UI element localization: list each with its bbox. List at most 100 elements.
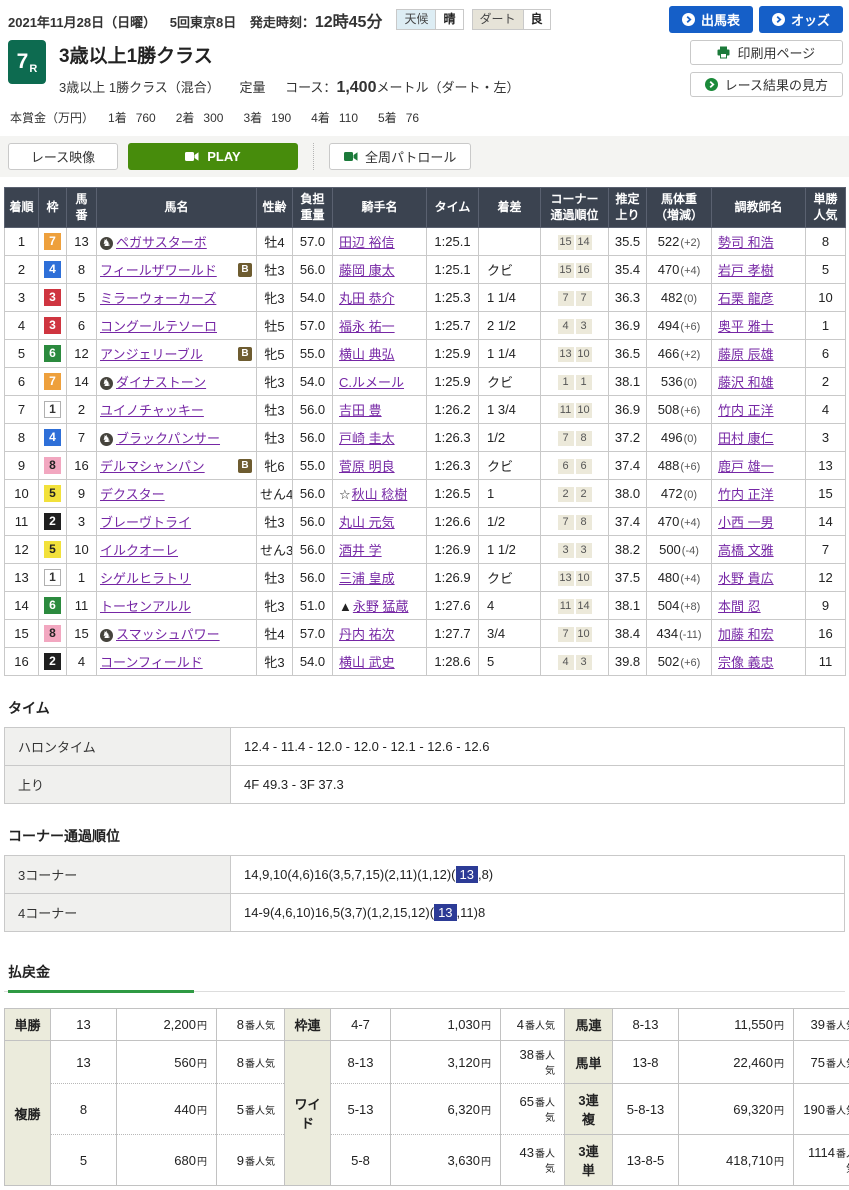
jockey-link[interactable]: 酒井 学 xyxy=(339,543,382,558)
popularity-suffix: 番人気 xyxy=(245,1021,275,1032)
trainer-link[interactable]: 竹内 正洋 xyxy=(718,403,774,418)
result-guide-label: レース結果の見方 xyxy=(725,75,828,94)
trainer-link[interactable]: 加藤 和宏 xyxy=(718,627,774,642)
finish-position: 15 xyxy=(5,620,39,648)
trainer-cell: 宗像 義忠 xyxy=(712,648,806,676)
results-header-row: 着順枠馬 番馬名性齢負担 重量騎手名タイム着差コーナー 通過順位推定 上り馬体重… xyxy=(5,188,846,228)
horse-name-link[interactable]: フィールザワールド xyxy=(100,263,217,278)
chevron-circle-icon xyxy=(772,13,785,26)
horse-number: 13 xyxy=(67,228,97,256)
horse-name-link[interactable]: イルクオーレ xyxy=(100,543,178,558)
corner-order-badge: 10 xyxy=(576,403,592,418)
finish-position: 1 xyxy=(5,228,39,256)
last-furlongs-label: 上り xyxy=(5,766,231,804)
horse-name-link[interactable]: コングールテソーロ xyxy=(100,319,217,334)
trainer-link[interactable]: 本間 忍 xyxy=(718,599,761,614)
carried-weight: 57.0 xyxy=(293,620,333,648)
trainer-link[interactable]: 小西 一男 xyxy=(718,515,774,530)
horse-name-link[interactable]: トーセンアルル xyxy=(100,599,191,614)
result-row: 14611トーセンアルル牝351.0▲永野 猛蔵1:27.64111438.15… xyxy=(5,592,846,620)
trainer-link[interactable]: 田村 康仁 xyxy=(718,431,774,446)
horse-name-link[interactable]: ミラーウォーカーズ xyxy=(100,291,216,306)
bet-selection: 13 xyxy=(51,1009,117,1041)
play-button-label: PLAY xyxy=(207,149,240,164)
jockey-link[interactable]: 横山 武史 xyxy=(339,655,395,670)
corner-order-badge: 10 xyxy=(576,627,592,642)
corner-order-badge: 7 xyxy=(558,627,574,642)
time-table: ハロンタイム 12.4 - 11.4 - 12.0 - 12.0 - 12.1 … xyxy=(4,727,845,804)
jockey-cell: 福永 祐一 xyxy=(333,312,427,340)
trainer-link[interactable]: 藤沢 和雄 xyxy=(718,375,774,390)
jockey-link[interactable]: 秋山 稔樹 xyxy=(352,487,408,502)
horse-weight: 482(0) xyxy=(647,284,712,312)
trainer-link[interactable]: 石栗 龍彦 xyxy=(718,291,774,306)
corner-positions: 78 xyxy=(541,508,609,536)
print-page-button[interactable]: 印刷用ページ xyxy=(690,40,843,65)
odds-button[interactable]: オッズ xyxy=(759,6,843,33)
body-weight: 434 xyxy=(656,626,678,641)
horse-name-link[interactable]: ブレーヴトライ xyxy=(100,515,191,530)
trainer-link[interactable]: 勢司 和浩 xyxy=(718,235,774,250)
win-popularity: 14 xyxy=(806,508,846,536)
trainer-link[interactable]: 高橋 文雅 xyxy=(718,543,774,558)
race-video-button[interactable]: レース映像 xyxy=(8,143,118,170)
jockey-link[interactable]: 丸山 元気 xyxy=(339,515,395,530)
horse-number: 5 xyxy=(67,284,97,312)
horse-name-link[interactable]: ユイノチャッキー xyxy=(100,403,204,418)
horse-name-link[interactable]: デクスター xyxy=(100,487,165,502)
win-popularity: 16 xyxy=(806,620,846,648)
horse-name-cell: コングールテソーロ xyxy=(97,312,257,340)
frame-cell: 4 xyxy=(39,424,67,452)
jockey-link[interactable]: 吉田 豊 xyxy=(339,403,382,418)
trainer-cell: 藤原 辰雄 xyxy=(712,340,806,368)
trainer-link[interactable]: 藤原 辰雄 xyxy=(718,347,774,362)
jockey-link[interactable]: 藤岡 康太 xyxy=(339,263,395,278)
patrol-video-button[interactable]: 全周パトロール xyxy=(329,143,471,170)
win-popularity: 5 xyxy=(806,256,846,284)
horse-number: 16 xyxy=(67,452,97,480)
jockey-link[interactable]: 戸崎 圭太 xyxy=(339,431,395,446)
trainer-cell: 鹿戸 雄一 xyxy=(712,452,806,480)
horse-name-link[interactable]: シゲルヒラトリ xyxy=(100,571,191,586)
last-3f: 38.0 xyxy=(609,480,647,508)
body-weight-diff: (+2) xyxy=(680,349,700,361)
trainer-cell: 高橋 文雅 xyxy=(712,536,806,564)
jockey-link[interactable]: 菅原 明良 xyxy=(339,459,395,474)
horse-name-link[interactable]: ペガサスターボ xyxy=(116,235,207,250)
race-time: 1:26.3 xyxy=(427,452,479,480)
trainer-link[interactable]: 水野 貴広 xyxy=(718,571,774,586)
jockey-link[interactable]: 田辺 裕信 xyxy=(339,235,395,250)
trainer-link[interactable]: 奥平 雅士 xyxy=(718,319,774,334)
body-weight: 480 xyxy=(658,570,680,585)
jockey-link[interactable]: 三浦 皇成 xyxy=(339,571,395,586)
jockey-link[interactable]: 丸田 恭介 xyxy=(339,291,395,306)
bet-type: 3連複 xyxy=(565,1084,613,1135)
last-3f: 35.4 xyxy=(609,256,647,284)
play-button[interactable]: PLAY xyxy=(128,143,298,170)
horse-name-link[interactable]: アンジェリーブル xyxy=(100,347,203,362)
horse-name-link[interactable]: ブラックパンサー xyxy=(116,431,220,446)
corner-positions: 1514 xyxy=(541,228,609,256)
trainer-link[interactable]: 鹿戸 雄一 xyxy=(718,459,774,474)
jockey-link[interactable]: 横山 典弘 xyxy=(339,347,395,362)
trainer-link[interactable]: 宗像 義忠 xyxy=(718,655,774,670)
race-time: 1:27.7 xyxy=(427,620,479,648)
trainer-link[interactable]: 竹内 正洋 xyxy=(718,487,774,502)
jockey-link[interactable]: C.ルメール xyxy=(339,375,404,390)
jockey-link[interactable]: 永野 猛蔵 xyxy=(353,599,409,614)
column-header: 負担 重量 xyxy=(293,188,333,228)
horse-name-link[interactable]: スマッシュパワー xyxy=(116,627,220,642)
horse-weight: 504(+8) xyxy=(647,592,712,620)
prize-pair: 4着110 xyxy=(311,109,358,126)
jockey-link[interactable]: 丹内 祐次 xyxy=(339,627,395,642)
frame-badge: 6 xyxy=(44,345,61,362)
racecard-button[interactable]: 出馬表 xyxy=(669,6,753,33)
jockey-link[interactable]: 福永 祐一 xyxy=(339,319,395,334)
horse-name-link[interactable]: デルマシャンパン xyxy=(100,459,205,474)
result-guide-button[interactable]: レース結果の見方 xyxy=(690,72,843,97)
carried-weight: 57.0 xyxy=(293,312,333,340)
horse-name-link[interactable]: コーンフィールド xyxy=(100,655,203,670)
horse-name-link[interactable]: ダイナストーン xyxy=(116,375,206,390)
result-row: 15815♞スマッシュパワー牡457.0丹内 祐次1:27.73/471038.… xyxy=(5,620,846,648)
trainer-link[interactable]: 岩戸 孝樹 xyxy=(718,263,774,278)
